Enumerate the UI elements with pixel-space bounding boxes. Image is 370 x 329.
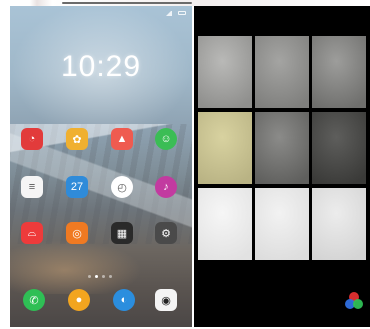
status-bar: [10, 6, 192, 20]
app-label: [63, 152, 91, 158]
music-icon: ♪: [155, 176, 177, 198]
phone-icon: ✆: [23, 289, 45, 311]
app-folder[interactable]: ▦: [108, 222, 136, 252]
browser-icon: ◐: [113, 289, 135, 311]
app-music[interactable]: ♪: [152, 176, 180, 206]
dock-label: [152, 313, 180, 319]
dock-camera[interactable]: ◉: [152, 289, 180, 319]
filter-tile[interactable]: [312, 36, 366, 108]
app-label: [108, 200, 136, 206]
app-label: [108, 152, 136, 158]
gamepad-icon: ◎: [66, 222, 88, 244]
app-label: [18, 200, 46, 206]
dock-contacts[interactable]: ●: [65, 289, 93, 319]
app-red-circle[interactable]: ◔: [18, 128, 46, 158]
app-clock[interactable]: ◴: [108, 176, 136, 206]
dock-label: [20, 313, 48, 319]
notes-icon: ≡: [21, 176, 43, 198]
app-notes[interactable]: ≡: [18, 176, 46, 206]
app-label: [18, 246, 46, 252]
app-settings[interactable]: ⚙: [152, 222, 180, 252]
shopping-bag-icon: ⌓: [21, 222, 43, 244]
gauge-icon: ◔: [21, 128, 43, 150]
page-dot[interactable]: [95, 275, 98, 278]
app-label: [152, 200, 180, 206]
app-label: [152, 152, 180, 158]
clock-icon: ◴: [111, 176, 133, 198]
page-dot[interactable]: [102, 275, 105, 278]
filter-tile[interactable]: [198, 188, 252, 260]
filter-grid-panel: [194, 6, 370, 327]
app-gallery[interactable]: ▲: [108, 128, 136, 158]
app-label: [63, 200, 91, 206]
screenshot-stage: 10:29 ◔ ✿ ▲ ☺ ≡ 27 ◴ ♪ ⌓ ◎ ▦ ⚙ ✆ ● ◐ ◉: [0, 0, 370, 329]
flower-icon: ✿: [66, 128, 88, 150]
filter-tile[interactable]: [312, 188, 366, 260]
camera-icon: ◉: [155, 289, 177, 311]
filter-tile[interactable]: [255, 188, 309, 260]
app-chat[interactable]: ☺: [152, 128, 180, 158]
rgb-circles-icon[interactable]: [343, 290, 365, 312]
filter-tile[interactable]: [255, 112, 309, 184]
signal-icon: [166, 10, 172, 16]
app-petal[interactable]: ✿: [63, 128, 91, 158]
dock-label: [110, 313, 138, 319]
app-label: [18, 152, 46, 158]
gallery-icon: ▲: [111, 128, 133, 150]
calendar-icon: 27: [66, 176, 88, 198]
app-label: [152, 246, 180, 252]
phone-home-screen: 10:29 ◔ ✿ ▲ ☺ ≡ 27 ◴ ♪ ⌓ ◎ ▦ ⚙ ✆ ● ◐ ◉: [10, 6, 192, 327]
gear-icon: ⚙: [155, 222, 177, 244]
app-store[interactable]: ⌓: [18, 222, 46, 252]
page-dot[interactable]: [109, 275, 112, 278]
filter-tile[interactable]: [198, 36, 252, 108]
page-indicator: [88, 275, 112, 278]
dock-browser[interactable]: ◐: [110, 289, 138, 319]
top-line: [62, 2, 192, 4]
filter-tile[interactable]: [312, 112, 366, 184]
page-dot[interactable]: [88, 275, 91, 278]
filter-tile[interactable]: [198, 112, 252, 184]
dock-phone[interactable]: ✆: [20, 289, 48, 319]
app-label: [108, 246, 136, 252]
filter-tile[interactable]: [255, 36, 309, 108]
clock-time: 10:29: [60, 50, 142, 83]
app-label: [63, 246, 91, 252]
chat-icon: ☺: [155, 128, 177, 150]
app-game[interactable]: ◎: [63, 222, 91, 252]
contacts-icon: ●: [68, 289, 90, 311]
dock: ✆ ● ◐ ◉: [10, 285, 192, 327]
app-calendar[interactable]: 27: [63, 176, 91, 206]
dock-label: [65, 313, 93, 319]
folder-icon: ▦: [111, 222, 133, 244]
battery-icon: [178, 11, 186, 15]
